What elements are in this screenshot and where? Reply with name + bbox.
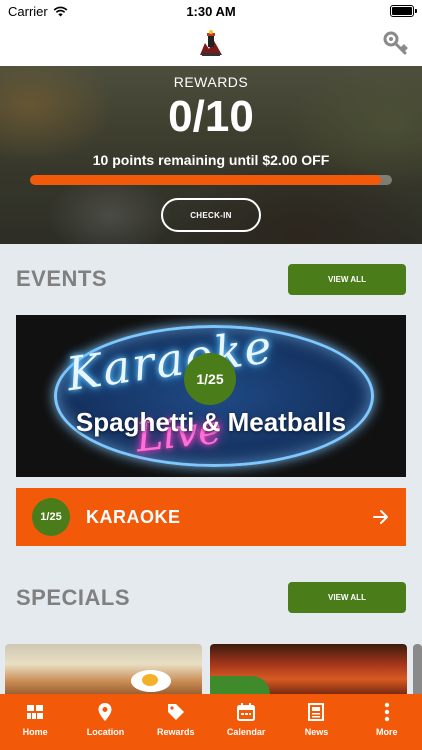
rewards-remaining: 10 points remaining until $2.00 OFF (92, 152, 330, 168)
tab-news-label: News (304, 727, 329, 737)
tab-calendar[interactable]: Calendar (211, 694, 281, 750)
status-left: Carrier (8, 4, 68, 19)
calendar-icon (237, 703, 256, 721)
wifi-icon (53, 6, 68, 16)
special-card-partial[interactable] (413, 644, 422, 694)
rewards-label: REWARDS (173, 74, 249, 90)
tab-location-label: Location (86, 727, 125, 737)
more-vertical-icon (384, 702, 389, 722)
brand-logo (200, 30, 222, 56)
tab-rewards[interactable]: Rewards (141, 694, 211, 750)
tab-home-label: Home (22, 727, 48, 737)
event-list-label: KARAOKE (86, 506, 181, 527)
arrow-right-icon (373, 510, 388, 524)
battery-icon (390, 5, 417, 17)
tab-news[interactable]: News (281, 694, 351, 750)
rewards-content: REWARDS 0/10 10 points remaining until $… (0, 66, 422, 244)
rewards-progress-fill (30, 175, 382, 185)
map-pin-icon (98, 703, 112, 721)
tab-calendar-label: Calendar (226, 727, 266, 737)
tab-more[interactable]: More (352, 694, 422, 750)
nav-bar (0, 22, 422, 66)
rewards-hero: REWARDS 0/10 10 points remaining until $… (0, 66, 422, 244)
tab-location[interactable]: Location (70, 694, 140, 750)
check-in-button[interactable]: CHECK-IN (161, 198, 261, 232)
tag-icon (167, 704, 184, 720)
home-grid-icon (27, 705, 44, 719)
specials-view-all-button[interactable]: VIEW ALL (288, 582, 406, 613)
rewards-progress-bar (30, 175, 392, 185)
event-list-item[interactable]: 1/25 KARAOKE (16, 488, 406, 546)
tab-home[interactable]: Home (0, 694, 70, 750)
special-card-breakfast[interactable] (5, 644, 202, 694)
tab-rewards-label: Rewards (157, 727, 195, 737)
events-title: EVENTS (16, 266, 108, 291)
special-card-wings[interactable] (210, 644, 407, 694)
event-list-date-badge: 1/25 (32, 498, 70, 536)
featured-event-card[interactable]: Karaoke Live 1/25 Spaghetti & Meatballs (16, 315, 406, 477)
event-date-badge: 1/25 (184, 353, 236, 405)
key-icon[interactable] (382, 30, 408, 56)
status-bar: Carrier 1:30 AM (0, 0, 422, 22)
carrier-label: Carrier (8, 3, 48, 19)
tab-more-label: More (376, 727, 398, 737)
tab-bar: Home Location Rewards Calendar News More (0, 694, 422, 750)
news-icon (308, 703, 325, 721)
event-title: Spaghetti & Meatballs (75, 407, 347, 437)
rewards-count: 0/10 (168, 92, 254, 141)
events-view-all-button[interactable]: VIEW ALL (288, 264, 406, 295)
specials-title: SPECIALS (16, 585, 131, 610)
